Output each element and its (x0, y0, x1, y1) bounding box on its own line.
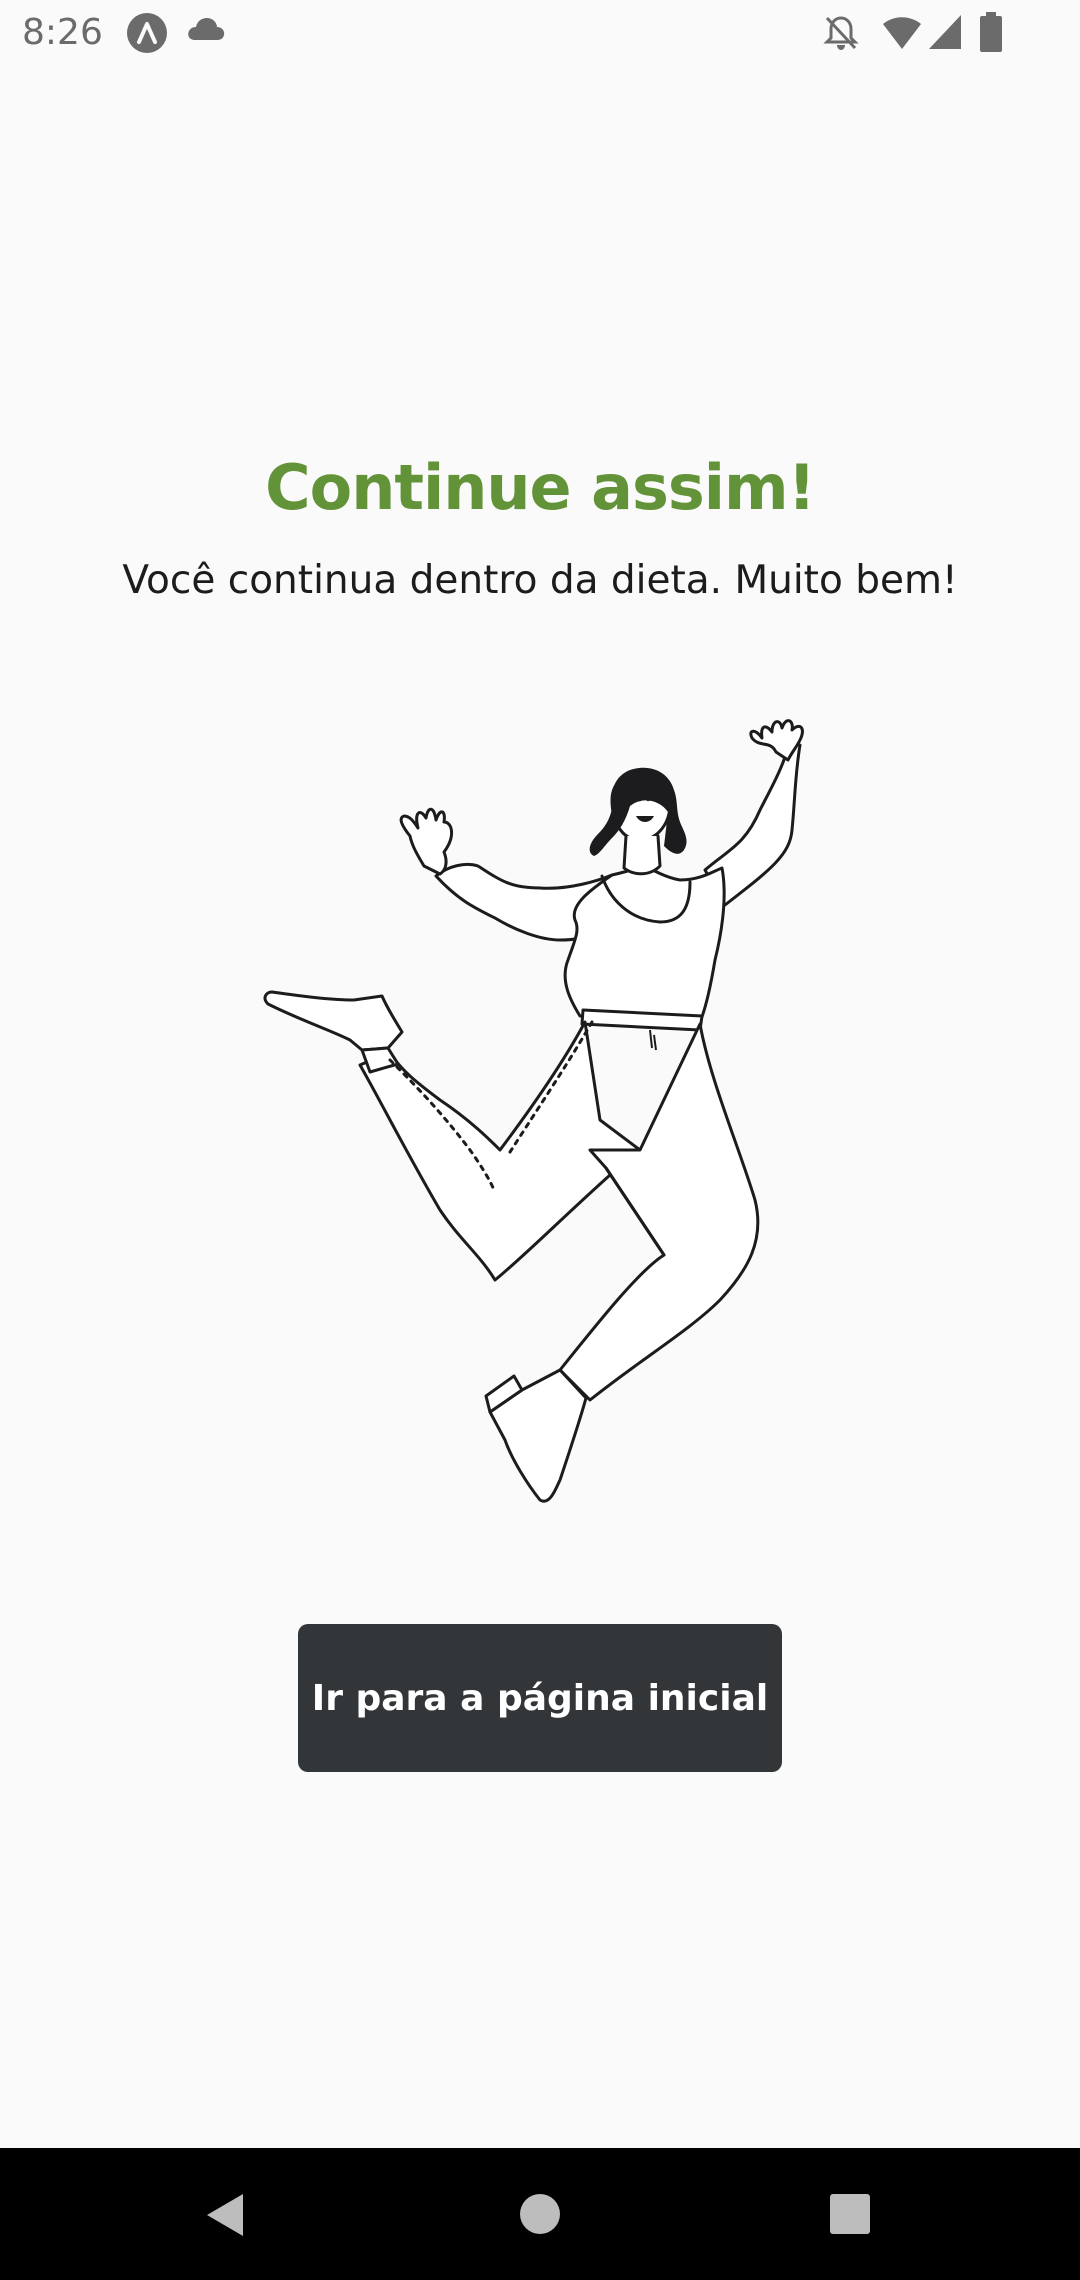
navigation-bar (0, 2148, 1080, 2280)
jumping-woman-illustration (263, 719, 804, 1503)
page-title: Continue assim! (265, 451, 816, 524)
cloud-icon (188, 18, 225, 40)
status-time: 8:26 (22, 12, 103, 53)
wifi-icon (883, 17, 921, 49)
go-home-button[interactable]: Ir para a página inicial (298, 1624, 782, 1772)
recents-icon[interactable] (829, 2193, 871, 2235)
notifications-off-icon (823, 16, 859, 50)
battery-icon (980, 12, 1002, 52)
app-a-icon (127, 13, 167, 53)
signal-icon (929, 15, 961, 49)
home-icon[interactable] (518, 2192, 562, 2236)
back-icon[interactable] (203, 2192, 249, 2238)
feedback-message: Você continua dentro da dieta. Muito bem… (122, 558, 958, 603)
status-bar: 8:26 (0, 0, 1080, 66)
